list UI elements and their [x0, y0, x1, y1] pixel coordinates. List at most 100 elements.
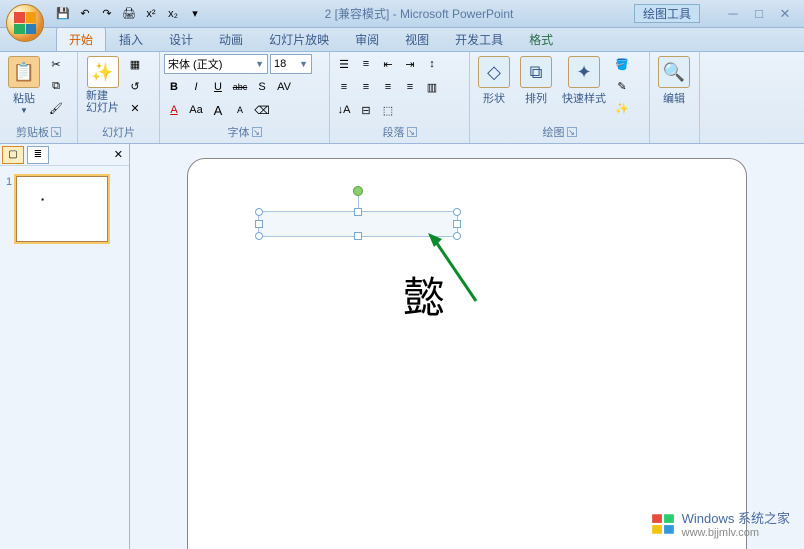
- arrange-button[interactable]: ⧉ 排列: [516, 54, 556, 108]
- qat-subscript[interactable]: x₂: [164, 5, 182, 23]
- title-bar: 💾 ↶ ↷ 🖨 x² x₂ ▾ 2 [兼容模式] - Microsoft Pow…: [0, 0, 804, 28]
- drawing-dialog-launcher[interactable]: ↘: [567, 127, 577, 137]
- resize-handle-e[interactable]: [453, 220, 461, 228]
- layout-button[interactable]: ▦: [125, 54, 145, 74]
- align-center-button[interactable]: ≡: [356, 77, 376, 97]
- resize-handle-s[interactable]: [354, 232, 362, 240]
- bullets-button[interactable]: ☰: [334, 54, 354, 74]
- quick-access-toolbar: 💾 ↶ ↷ 🖨 x² x₂ ▾: [54, 5, 204, 23]
- tab-slideshow[interactable]: 幻灯片放映: [256, 27, 342, 51]
- increase-indent-button[interactable]: ⇥: [400, 54, 420, 74]
- char-spacing-button[interactable]: AV: [274, 77, 294, 97]
- grow-font-button[interactable]: A: [208, 100, 228, 120]
- clear-formatting-button[interactable]: ⌫: [252, 100, 272, 120]
- copy-button[interactable]: ⧉: [46, 76, 66, 96]
- slide-thumbnail-1[interactable]: 1 ▪: [0, 166, 129, 252]
- strike-button[interactable]: abc: [230, 77, 250, 97]
- maximize-button[interactable]: □: [750, 6, 768, 20]
- qat-save[interactable]: 💾: [54, 5, 72, 23]
- change-case-button[interactable]: Aa: [186, 100, 206, 120]
- delete-slide-button[interactable]: ✕: [125, 98, 145, 118]
- smartart-button[interactable]: ⬚: [378, 100, 398, 120]
- new-slide-icon: ✨: [87, 56, 119, 88]
- bold-button[interactable]: B: [164, 77, 184, 97]
- new-slide-button[interactable]: ✨ 新建 幻灯片: [82, 54, 123, 116]
- italic-button[interactable]: I: [186, 77, 206, 97]
- shapes-button[interactable]: ◇ 形状: [474, 54, 514, 108]
- font-color-button[interactable]: A: [164, 100, 184, 120]
- group-slides: ✨ 新建 幻灯片 ▦ ↺ ✕ 幻灯片: [78, 52, 160, 143]
- office-button[interactable]: [6, 4, 44, 42]
- close-button[interactable]: ✕: [776, 6, 794, 20]
- workspace: ▢ ≣ ✕ 1 ▪ 懿: [0, 144, 804, 549]
- align-right-button[interactable]: ≡: [378, 77, 398, 97]
- minimize-button[interactable]: ─: [724, 6, 742, 20]
- numbering-button[interactable]: ≡: [356, 54, 376, 74]
- tab-developer[interactable]: 开发工具: [442, 27, 516, 51]
- qat-print[interactable]: 🖨: [120, 5, 138, 23]
- align-text-button[interactable]: ⊟: [356, 100, 376, 120]
- editing-label: 编辑: [663, 90, 685, 106]
- new-slide-label: 新建 幻灯片: [86, 90, 119, 114]
- reset-button[interactable]: ↺: [125, 76, 145, 96]
- text-direction-button[interactable]: ↓A: [334, 100, 354, 120]
- paste-button[interactable]: 📋 粘贴 ▼: [4, 54, 44, 117]
- qat-undo[interactable]: ↶: [76, 5, 94, 23]
- chevron-down-icon: ▼: [255, 59, 264, 69]
- slides-tab[interactable]: ▢: [2, 146, 24, 164]
- underline-button[interactable]: U: [208, 77, 228, 97]
- font-dialog-launcher[interactable]: ↘: [252, 127, 262, 137]
- font-family-combo[interactable]: 宋体 (正文) ▼: [164, 54, 268, 74]
- paragraph-group-label: 段落: [383, 124, 405, 140]
- resize-handle-w[interactable]: [255, 220, 263, 228]
- slide-canvas[interactable]: 懿: [187, 158, 747, 549]
- group-drawing: ◇ 形状 ⧉ 排列 ✦ 快速样式 🪣 ✎ ✨ 绘图↘: [470, 52, 650, 143]
- chevron-down-icon: ▼: [20, 106, 28, 115]
- justify-button[interactable]: ≡: [400, 77, 420, 97]
- watermark: Windows 系统之家 www.bjjmlv.com: [650, 508, 790, 539]
- rotation-handle[interactable]: [353, 186, 363, 196]
- format-painter-button[interactable]: 🖌: [46, 98, 66, 118]
- resize-handle-n[interactable]: [354, 208, 362, 216]
- pane-close-button[interactable]: ✕: [110, 148, 127, 161]
- window-controls: ─ □ ✕: [724, 6, 794, 20]
- tab-insert[interactable]: 插入: [106, 27, 156, 51]
- resize-handle-sw[interactable]: [255, 232, 263, 240]
- paste-icon: 📋: [8, 56, 40, 88]
- font-size-combo[interactable]: 18 ▼: [270, 54, 312, 74]
- decrease-indent-button[interactable]: ⇤: [378, 54, 398, 74]
- ribbon: 📋 粘贴 ▼ ✂ ⧉ 🖌 剪贴板↘ ✨ 新建 幻灯片 ▦ ↺ ✕ 幻灯片: [0, 52, 804, 144]
- tab-home[interactable]: 开始: [56, 27, 106, 51]
- resize-handle-nw[interactable]: [255, 208, 263, 216]
- tab-design[interactable]: 设计: [156, 27, 206, 51]
- outline-tab[interactable]: ≣: [27, 146, 49, 164]
- tab-view[interactable]: 视图: [392, 27, 442, 51]
- cut-button[interactable]: ✂: [46, 54, 66, 74]
- line-spacing-button[interactable]: ↕: [422, 54, 442, 74]
- text-shadow-button[interactable]: S: [252, 77, 272, 97]
- align-left-button[interactable]: ≡: [334, 77, 354, 97]
- columns-button[interactable]: ▥: [422, 77, 442, 97]
- slide-editor[interactable]: 懿: [130, 144, 804, 549]
- clipboard-dialog-launcher[interactable]: ↘: [51, 127, 61, 137]
- shape-effects-button[interactable]: ✨: [612, 98, 632, 118]
- group-paragraph: ☰ ≡ ⇤ ⇥ ↕ ≡ ≡ ≡ ≡ ▥ ↓A ⊟ ⬚ 段落↘: [330, 52, 470, 143]
- quick-styles-button[interactable]: ✦ 快速样式: [558, 54, 610, 108]
- tab-format[interactable]: 格式: [516, 27, 566, 51]
- paragraph-dialog-launcher[interactable]: ↘: [407, 127, 417, 137]
- qat-superscript[interactable]: x²: [142, 5, 160, 23]
- tab-review[interactable]: 审阅: [342, 27, 392, 51]
- shapes-label: 形状: [483, 90, 505, 106]
- shape-fill-button[interactable]: 🪣: [612, 54, 632, 74]
- font-group-label: 字体: [228, 124, 250, 140]
- shrink-font-button[interactable]: A: [230, 100, 250, 120]
- clipboard-group-label: 剪贴板: [16, 124, 49, 140]
- qat-redo[interactable]: ↷: [98, 5, 116, 23]
- thumb-content-icon: ▪: [41, 195, 44, 204]
- tab-animation[interactable]: 动画: [206, 27, 256, 51]
- qat-customize-dropdown[interactable]: ▾: [186, 5, 204, 23]
- resize-handle-ne[interactable]: [453, 208, 461, 216]
- shape-outline-button[interactable]: ✎: [612, 76, 632, 96]
- editing-button[interactable]: 🔍 编辑: [654, 54, 694, 108]
- watermark-title: Windows 系统之家: [682, 511, 790, 526]
